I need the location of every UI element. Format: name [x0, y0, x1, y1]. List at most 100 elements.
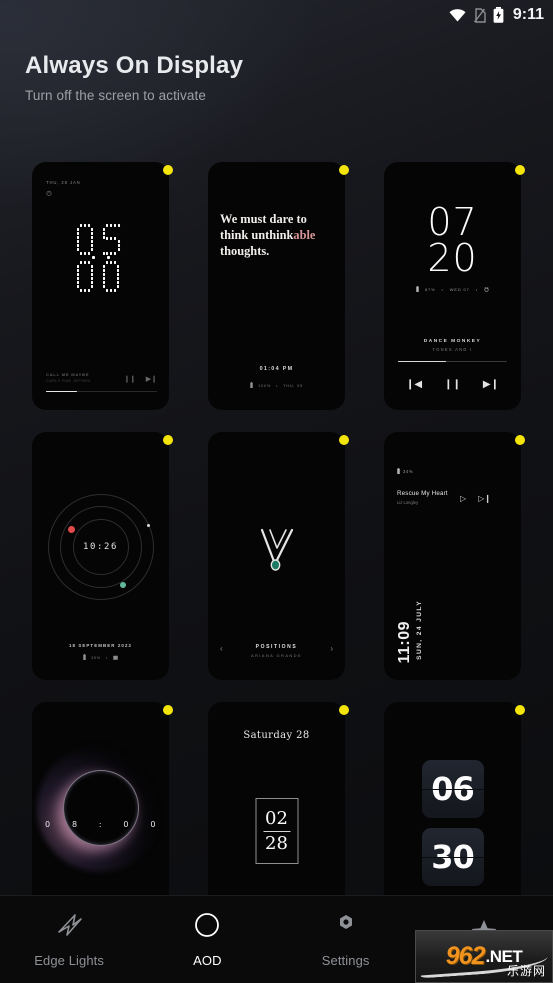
dot-digit	[76, 261, 99, 292]
nav-item-edge-lights[interactable]: Edge Lights	[0, 912, 138, 968]
quote-line-1: We must dare to	[220, 212, 307, 226]
card3-minutes: 20	[427, 236, 478, 281]
quote-line-3: thoughts.	[220, 243, 270, 258]
card3-progress-bar	[398, 360, 507, 362]
card8-time-box: 02 28	[255, 798, 298, 864]
card3-meta: 87% • WED 07 •	[384, 286, 521, 293]
card2-time: 01:04 PM	[259, 366, 294, 372]
aod-screen: 9:11 Always On Display Turn off the scre…	[0, 0, 553, 983]
edge-lights-icon	[55, 912, 83, 943]
card4-separator: •	[105, 655, 108, 660]
card8-divider	[263, 830, 290, 832]
nav-item-aod[interactable]: AOD	[138, 912, 276, 968]
no-sim-icon	[473, 7, 486, 23]
card2-meta: 100% • THU, 05	[208, 382, 345, 389]
aod-style-card[interactable]: 10:26 18 SEPTEMBER 2022 35% •	[32, 432, 173, 680]
previous-icon: ❙◀	[406, 379, 423, 390]
page-subtitle: Turn off the screen to activate	[25, 88, 206, 103]
battery-icon	[397, 468, 400, 475]
card3-sep2: •	[475, 287, 478, 292]
preview-checkmark-music[interactable]: ‹ › POSITIONS ARIANA GRANDE	[208, 432, 345, 680]
preview-quote-card[interactable]: We must dare to think unthinkable though…	[208, 162, 345, 410]
aod-style-card[interactable]: ‹ › POSITIONS ARIANA GRANDE	[208, 432, 349, 680]
card2-quote: We must dare to think unthinkable though…	[220, 212, 333, 260]
calendar-icon	[113, 655, 118, 661]
preview-big-digits-music[interactable]: 07 20 87% • WED 07 • DANCE MONKEY TONES …	[384, 162, 521, 410]
aod-moon-icon	[194, 912, 220, 943]
eclipse-disc	[62, 770, 139, 846]
battery-icon	[416, 286, 419, 293]
card5-song-title: POSITIONS	[255, 644, 298, 650]
card3-sep1: •	[441, 287, 444, 292]
card2-battery: 100%	[258, 383, 272, 388]
premium-dot-badge	[515, 435, 525, 445]
premium-dot-badge	[339, 165, 349, 175]
card3-controls: ❙◀ ❙❙ ▶❙	[384, 379, 521, 390]
dot-digit	[102, 261, 125, 292]
card3-hours: 07	[427, 200, 478, 244]
aod-style-card[interactable]: THU, 28 JAN CALL ME MAYBE CARLY RAE JEPS…	[32, 162, 173, 410]
card7-time: 0 8 : 0 0	[32, 820, 169, 829]
card4-meta: 35% •	[32, 654, 169, 661]
preview-vertical-date-music[interactable]: 34% Rescue My Heart Liz Longley ▷ ▷❙ 11:…	[384, 432, 521, 680]
aod-style-card[interactable]: 34% Rescue My Heart Liz Longley ▷ ▷❙ 11:…	[384, 432, 525, 680]
card9-hours-tile: 06	[421, 760, 484, 818]
card1-header: THU, 28 JAN	[46, 180, 81, 198]
card3-song: DANCE MONKEY TONES AND I	[384, 339, 521, 352]
card4-battery: 35%	[91, 655, 101, 660]
bottom-navigation: Edge Lights AOD Settings 962 .NET 乐游网	[0, 895, 553, 983]
nav-label-aod: AOD	[193, 952, 222, 968]
page-title: Always On Display	[25, 52, 244, 79]
card9-minutes-tile: 30	[421, 828, 484, 886]
alarm-icon	[46, 190, 81, 198]
nav-label-edge-lights: Edge Lights	[34, 952, 104, 968]
aod-style-grid: THU, 28 JAN CALL ME MAYBE CARLY RAE JEPS…	[32, 162, 528, 950]
aod-style-card[interactable]: We must dare to think unthinkable though…	[208, 162, 349, 410]
aod-style-card[interactable]: 07 20 87% • WED 07 • DANCE MONKEY TONES …	[384, 162, 525, 410]
next-icon: ▶❙	[482, 379, 499, 390]
next-icon: ▷❙	[478, 494, 492, 503]
nav-item-settings[interactable]: Settings	[277, 912, 415, 968]
card1-hours	[76, 224, 125, 255]
dot-digit	[76, 224, 99, 255]
quote-line-2a: think unthink	[220, 227, 294, 242]
card7-digit-2: 8	[71, 820, 78, 829]
premium-dot-badge	[163, 435, 173, 445]
card1-date: THU, 28 JAN	[46, 180, 81, 185]
site-watermark: 962 .NET 乐游网	[415, 930, 553, 983]
quote-line-2b: able	[293, 227, 316, 242]
card6-battery-row: 34%	[397, 468, 413, 475]
card6-date: SUN, 24 JULY	[416, 600, 423, 660]
card6-time: 11:09	[396, 621, 413, 664]
card5-song: POSITIONS ARIANA GRANDE	[208, 644, 345, 658]
card3-song-title: DANCE MONKEY	[423, 339, 482, 344]
preview-dot-matrix-clock[interactable]: THU, 28 JAN CALL ME MAYBE CARLY RAE JEPS…	[32, 162, 169, 410]
alarm-icon	[484, 286, 489, 293]
play-icon: ▷	[460, 494, 467, 503]
card9-minutes: 30	[431, 838, 475, 876]
card3-battery: 87%	[425, 287, 436, 292]
premium-dot-badge	[515, 165, 525, 175]
card6-vertical-block: 11:09 SUN, 24 JULY	[396, 600, 423, 664]
card9-hours: 06	[431, 770, 475, 808]
premium-dot-badge	[515, 705, 525, 715]
status-clock: 9:11	[512, 6, 544, 23]
card8-day: Saturday 28	[243, 730, 310, 741]
card6-song-title: Rescue My Heart	[397, 490, 448, 497]
card2-separator: •	[276, 383, 279, 388]
card3-date: WED 07	[449, 287, 470, 292]
preview-orbit-clock[interactable]: 10:26 18 SEPTEMBER 2022 35% •	[32, 432, 169, 680]
card7-digit-4: 0	[150, 820, 156, 829]
dot-colon	[91, 256, 110, 259]
checkmark-outline-icon	[255, 526, 299, 577]
card3-clock: 07 20	[384, 200, 521, 281]
premium-dot-badge	[339, 705, 349, 715]
card8-hours: 02	[265, 807, 288, 829]
battery-icon	[83, 654, 86, 661]
card7-eclipse	[36, 744, 165, 872]
card2-date: THU, 05	[283, 383, 303, 388]
dot-digit	[102, 224, 125, 255]
premium-dot-badge	[339, 435, 349, 445]
header: Always On Display Turn off the screen to…	[25, 52, 243, 103]
pause-icon: ❙❙	[124, 376, 136, 383]
